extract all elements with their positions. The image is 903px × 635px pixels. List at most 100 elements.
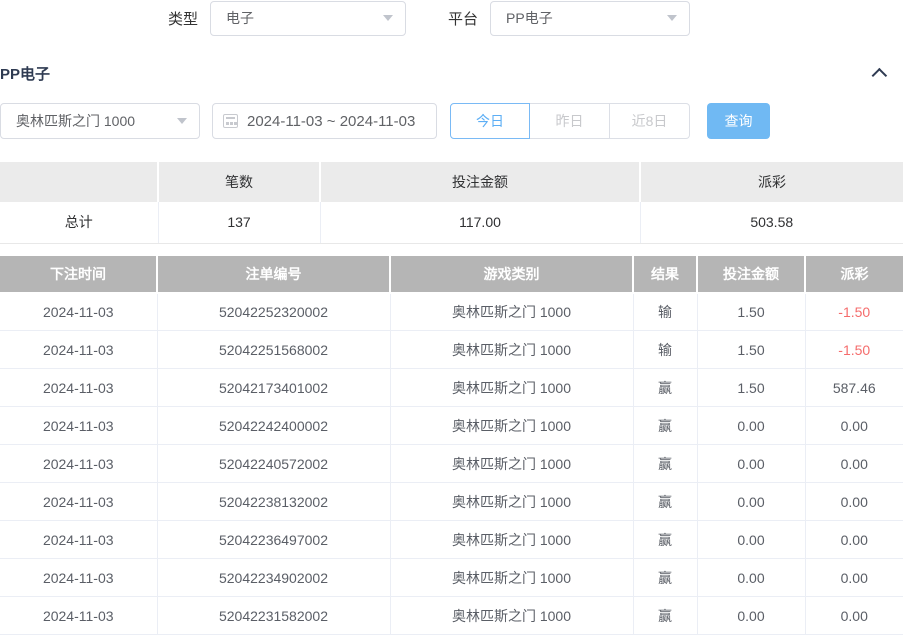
summary-total-bet-amount: 117.00 bbox=[320, 202, 640, 243]
cell-game-category: 奥林匹斯之门 1000 bbox=[390, 293, 633, 331]
cell-payout: 0.00 bbox=[805, 483, 903, 521]
cell-order-no: 52042236497002 bbox=[157, 521, 390, 559]
cell-result: 赢 bbox=[633, 445, 697, 483]
cell-result: 输 bbox=[633, 331, 697, 369]
cell-bet-time: 2024-11-03 bbox=[0, 521, 157, 559]
summary-header-count: 笔数 bbox=[158, 162, 320, 202]
bets-header-bet-time: 下注时间 bbox=[0, 256, 157, 293]
table-row: 2024-11-03 52042242400002 奥林匹斯之门 1000 赢 … bbox=[0, 407, 903, 445]
summary-header-row: 笔数 投注金额 派彩 bbox=[0, 162, 903, 202]
summary-total-count: 137 bbox=[158, 202, 320, 243]
bets-table: 下注时间 注单编号 游戏类别 结果 投注金额 派彩 2024-11-03 520… bbox=[0, 256, 903, 635]
cell-bet-amount: 0.00 bbox=[697, 407, 805, 445]
table-row: 2024-11-03 52042240572002 奥林匹斯之门 1000 赢 … bbox=[0, 445, 903, 483]
cell-payout: 0.00 bbox=[805, 407, 903, 445]
date-range-value: 2024-11-03 ~ 2024-11-03 bbox=[247, 113, 415, 130]
cell-payout: -1.50 bbox=[805, 331, 903, 369]
cell-result: 赢 bbox=[633, 521, 697, 559]
cell-payout: 0.00 bbox=[805, 445, 903, 483]
table-row: 2024-11-03 52042252320002 奥林匹斯之门 1000 输 … bbox=[0, 293, 903, 331]
cell-game-category: 奥林匹斯之门 1000 bbox=[390, 559, 633, 597]
search-button[interactable]: 查询 bbox=[707, 103, 770, 139]
top-filter-bar: 类型 电子 平台 PP电子 bbox=[0, 0, 903, 36]
cell-game-category: 奥林匹斯之门 1000 bbox=[390, 445, 633, 483]
cell-payout: 0.00 bbox=[805, 521, 903, 559]
cell-game-category: 奥林匹斯之门 1000 bbox=[390, 331, 633, 369]
cell-bet-time: 2024-11-03 bbox=[0, 369, 157, 407]
summary-header-empty bbox=[0, 162, 158, 202]
cell-bet-amount: 1.50 bbox=[697, 369, 805, 407]
table-row: 2024-11-03 52042251568002 奥林匹斯之门 1000 输 … bbox=[0, 331, 903, 369]
cell-order-no: 52042251568002 bbox=[157, 331, 390, 369]
cell-result: 输 bbox=[633, 293, 697, 331]
cell-bet-amount: 0.00 bbox=[697, 521, 805, 559]
chevron-down-icon bbox=[177, 118, 187, 124]
cell-result: 赢 bbox=[633, 407, 697, 445]
bets-header-row: 下注时间 注单编号 游戏类别 结果 投注金额 派彩 bbox=[0, 256, 903, 293]
summary-header-payout: 派彩 bbox=[640, 162, 903, 202]
cell-bet-time: 2024-11-03 bbox=[0, 331, 157, 369]
cell-game-category: 奥林匹斯之门 1000 bbox=[390, 369, 633, 407]
cell-bet-amount: 0.00 bbox=[697, 483, 805, 521]
cell-payout: -1.50 bbox=[805, 293, 903, 331]
table-row: 2024-11-03 52042236497002 奥林匹斯之门 1000 赢 … bbox=[0, 521, 903, 559]
type-label: 类型 bbox=[168, 8, 198, 29]
chevron-down-icon bbox=[667, 15, 677, 21]
bets-header-result: 结果 bbox=[633, 256, 697, 293]
cell-order-no: 52042173401002 bbox=[157, 369, 390, 407]
section-filter-bar: 奥林匹斯之门 1000 2024-11-03 ~ 2024-11-03 今日 昨… bbox=[0, 103, 903, 139]
cell-result: 赢 bbox=[633, 559, 697, 597]
cell-payout: 587.46 bbox=[805, 369, 903, 407]
type-select-value: 电子 bbox=[226, 8, 254, 28]
platform-select[interactable]: PP电子 bbox=[490, 1, 690, 36]
calendar-icon bbox=[223, 114, 238, 128]
bets-header-payout: 派彩 bbox=[805, 256, 903, 293]
section-header: PP电子 bbox=[0, 62, 903, 84]
bets-header-game-category: 游戏类别 bbox=[390, 256, 633, 293]
summary-table: 笔数 投注金额 派彩 总计 137 117.00 503.58 bbox=[0, 162, 903, 244]
cell-bet-amount: 1.50 bbox=[697, 293, 805, 331]
cell-bet-time: 2024-11-03 bbox=[0, 445, 157, 483]
last-8-days-button[interactable]: 近8日 bbox=[610, 103, 690, 139]
today-button[interactable]: 今日 bbox=[450, 103, 530, 139]
type-select[interactable]: 电子 bbox=[210, 1, 406, 36]
summary-total-label: 总计 bbox=[0, 202, 158, 243]
chevron-up-icon[interactable] bbox=[872, 67, 888, 83]
summary-header-bet-amount: 投注金额 bbox=[320, 162, 640, 202]
quick-date-button-group: 今日 昨日 近8日 bbox=[450, 103, 690, 139]
cell-order-no: 52042252320002 bbox=[157, 293, 390, 331]
cell-bet-time: 2024-11-03 bbox=[0, 483, 157, 521]
date-range-picker[interactable]: 2024-11-03 ~ 2024-11-03 bbox=[212, 103, 437, 139]
cell-order-no: 52042240572002 bbox=[157, 445, 390, 483]
section-title: PP电子 bbox=[0, 63, 50, 84]
platform-label: 平台 bbox=[448, 8, 478, 29]
bets-header-bet-amount: 投注金额 bbox=[697, 256, 805, 293]
cell-order-no: 52042238132002 bbox=[157, 483, 390, 521]
table-row: 2024-11-03 52042238132002 奥林匹斯之门 1000 赢 … bbox=[0, 483, 903, 521]
cell-result: 赢 bbox=[633, 369, 697, 407]
cell-payout: 0.00 bbox=[805, 559, 903, 597]
cell-result: 赢 bbox=[633, 483, 697, 521]
platform-select-value: PP电子 bbox=[506, 8, 553, 28]
cell-bet-amount: 0.00 bbox=[697, 445, 805, 483]
cell-bet-amount: 0.00 bbox=[697, 559, 805, 597]
cell-game-category: 奥林匹斯之门 1000 bbox=[390, 521, 633, 559]
chevron-down-icon bbox=[383, 15, 393, 21]
cell-game-category: 奥林匹斯之门 1000 bbox=[390, 483, 633, 521]
cell-bet-time: 2024-11-03 bbox=[0, 559, 157, 597]
table-row: 2024-11-03 52042173401002 奥林匹斯之门 1000 赢 … bbox=[0, 369, 903, 407]
cell-order-no: 52042242400002 bbox=[157, 407, 390, 445]
table-row: 2024-11-03 52042234902002 奥林匹斯之门 1000 赢 … bbox=[0, 559, 903, 597]
cell-order-no: 52042234902002 bbox=[157, 559, 390, 597]
summary-total-payout: 503.58 bbox=[640, 202, 903, 243]
game-select[interactable]: 奥林匹斯之门 1000 bbox=[0, 103, 200, 139]
game-select-value: 奥林匹斯之门 1000 bbox=[16, 111, 135, 131]
cell-game-category: 奥林匹斯之门 1000 bbox=[390, 407, 633, 445]
cell-bet-time: 2024-11-03 bbox=[0, 407, 157, 445]
bets-table-body: 2024-11-03 52042252320002 奥林匹斯之门 1000 输 … bbox=[0, 293, 903, 635]
cell-bet-time: 2024-11-03 bbox=[0, 293, 157, 331]
cell-bet-amount: 1.50 bbox=[697, 331, 805, 369]
summary-total-row: 总计 137 117.00 503.58 bbox=[0, 202, 903, 243]
yesterday-button[interactable]: 昨日 bbox=[530, 103, 610, 139]
bets-header-order-no: 注单编号 bbox=[157, 256, 390, 293]
